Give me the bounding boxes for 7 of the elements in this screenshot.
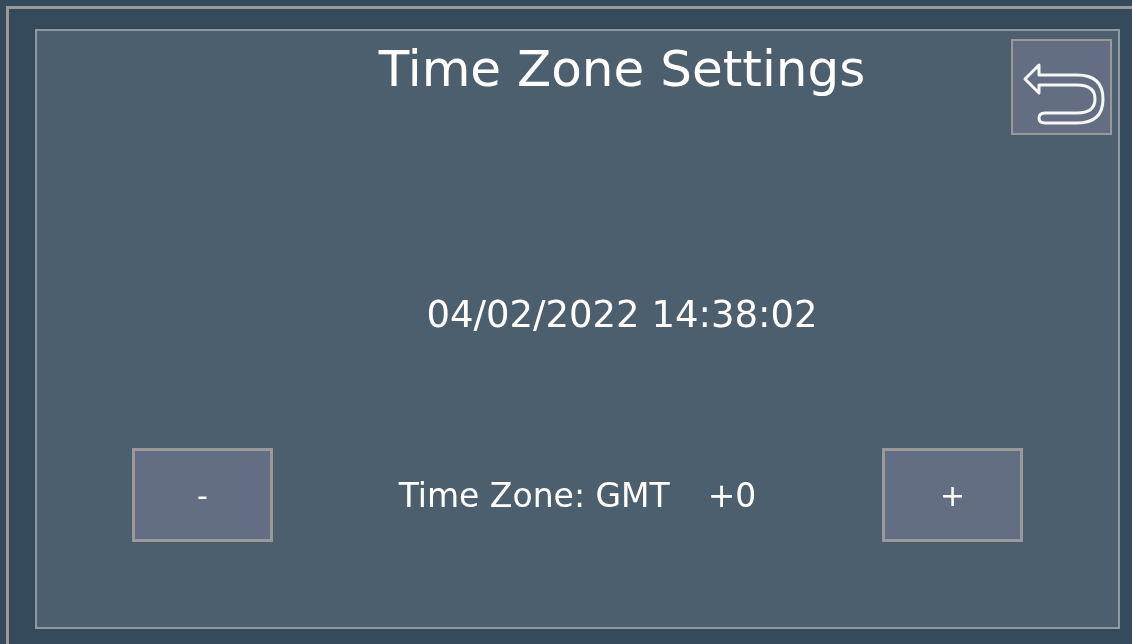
time-zone-offset: +0 [707,475,757,515]
time-zone-label: Time Zone: GMT [398,475,670,515]
screen-title: Time Zone Settings [378,39,866,100]
decrease-button[interactable]: - [132,448,273,542]
back-button[interactable] [1011,39,1112,135]
increase-button[interactable]: + [882,448,1023,542]
date-time: 04/02/2022 14:38:02 [425,293,819,336]
